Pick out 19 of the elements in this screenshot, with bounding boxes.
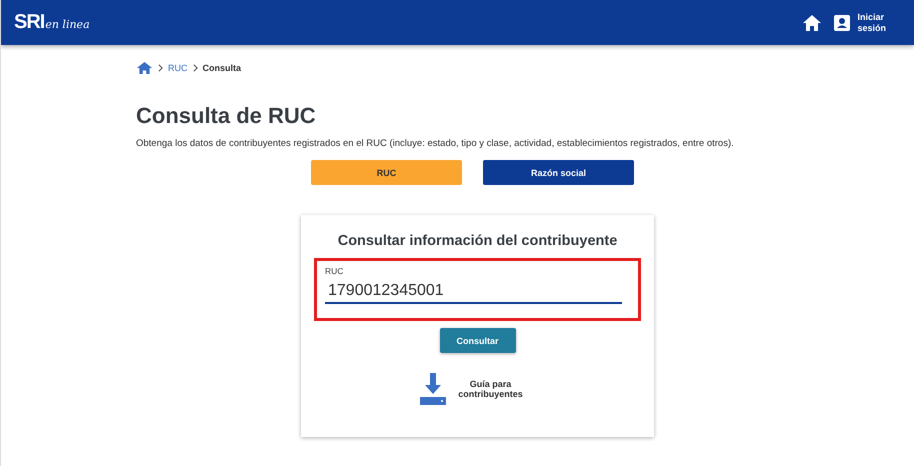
home-icon[interactable]: [802, 14, 822, 32]
page-description: Obtenga los datos de contribuyentes registrados en el RUC (incluye: estado, tipo y clase, actividad, establecimientos registrados, entre otros).: [136, 138, 735, 149]
guide-link[interactable]: Guía para contribuyentes: [458, 379, 523, 399]
search-button[interactable]: Consultar: [440, 328, 516, 353]
logo-subtitle: en linea: [45, 18, 90, 31]
search-tab[interactable]: Razón social: [483, 160, 634, 185]
chevron-icon: [192, 64, 198, 72]
logo-text: SRI: [14, 11, 44, 34]
ruc-field[interactable]: RUC 1790012345001: [325, 266, 622, 304]
search-tab[interactable]: RUC: [311, 160, 462, 185]
card-title: Consultar información del contribuyente: [338, 233, 618, 249]
breadcrumb-item[interactable]: RUC: [168, 63, 188, 73]
page-title: Consulta de RUC: [136, 103, 317, 129]
login-link[interactable]: Iniciar sesión: [834, 12, 886, 34]
download-icon[interactable]: [420, 373, 446, 405]
home-icon[interactable]: [136, 61, 153, 75]
breadcrumb-item: Consulta: [202, 63, 242, 73]
user-icon: [834, 14, 850, 30]
chevron-icon: [158, 64, 163, 72]
